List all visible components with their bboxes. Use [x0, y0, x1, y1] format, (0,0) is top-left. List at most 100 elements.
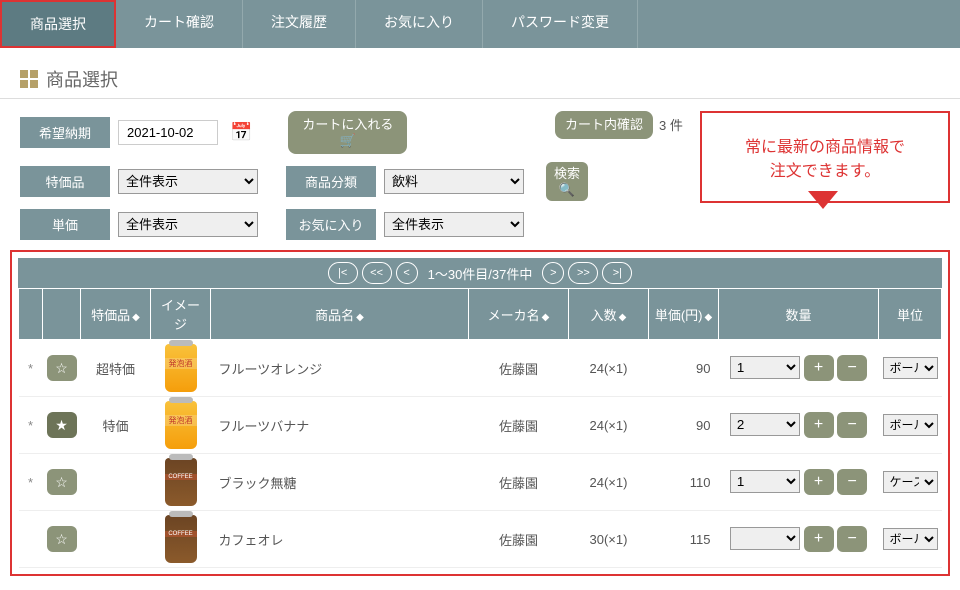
- qty-select[interactable]: [730, 527, 800, 550]
- add-to-cart-button[interactable]: カートに入れる 🛒: [288, 111, 407, 154]
- row-irisu: 24(×1): [569, 454, 649, 511]
- pager-prev[interactable]: <: [396, 262, 418, 284]
- table-row: * ☆ 超特価 フルーツオレンジ 佐藤園 24(×1) 90 1 + − ボール: [19, 340, 942, 397]
- col-mark: [19, 289, 43, 340]
- label-date: 希望納期: [20, 117, 110, 148]
- row-irisu: 24(×1): [569, 397, 649, 454]
- qty-plus-button[interactable]: +: [804, 526, 834, 552]
- qty-minus-button[interactable]: −: [837, 469, 867, 495]
- select-tanka[interactable]: 全件表示: [118, 212, 258, 237]
- grid-icon: [20, 70, 38, 88]
- qty-minus-button[interactable]: −: [837, 412, 867, 438]
- qty-select[interactable]: 1: [730, 470, 800, 493]
- table-row: * ☆ ブラック無糖 佐藤園 24(×1) 110 1 + − ケース: [19, 454, 942, 511]
- col-unit: 単位: [879, 289, 942, 340]
- info-callout: 常に最新の商品情報で 注文できます。: [700, 111, 950, 203]
- add-to-cart-label: カートに入れる: [302, 117, 393, 133]
- pager-text: 1～30件目/37件中: [428, 264, 533, 283]
- pager-first[interactable]: |<: [328, 262, 358, 284]
- unit-select[interactable]: ボール: [883, 414, 938, 436]
- col-qty: 数量: [719, 289, 879, 340]
- label-fav: お気に入り: [286, 209, 376, 240]
- row-maker: 佐藤園: [469, 454, 569, 511]
- qty-minus-button[interactable]: −: [837, 526, 867, 552]
- row-mark: *: [19, 454, 43, 511]
- favorite-toggle[interactable]: ☆: [47, 355, 77, 381]
- select-bunrui[interactable]: 飲料: [384, 169, 524, 194]
- col-image: イメージ: [151, 289, 211, 340]
- row-irisu: 30(×1): [569, 511, 649, 568]
- row-name: ブラック無糖: [211, 454, 469, 511]
- tab-favorites[interactable]: お気に入り: [356, 0, 483, 48]
- select-fav[interactable]: 全件表示: [384, 212, 524, 237]
- cart-count: 3 件: [659, 115, 683, 134]
- pager-prev-page[interactable]: <<: [362, 262, 392, 284]
- page-title-row: 商品選択: [0, 48, 960, 99]
- date-input[interactable]: [118, 120, 218, 145]
- qty-select[interactable]: 1: [730, 356, 800, 379]
- product-image: [165, 344, 197, 392]
- pager-last[interactable]: >|: [602, 262, 632, 284]
- unit-select[interactable]: ボール: [883, 357, 938, 379]
- tab-product-select[interactable]: 商品選択: [0, 0, 116, 48]
- col-tokka[interactable]: 特価品◆: [81, 289, 151, 340]
- product-table: 特価品◆ イメージ 商品名◆ メーカ名◆ 入数◆ 単価(円)◆ 数量 単位 * …: [18, 288, 942, 568]
- tab-password[interactable]: パスワード変更: [483, 0, 638, 48]
- row-tokka: [81, 454, 151, 511]
- unit-select[interactable]: ケース: [883, 471, 938, 493]
- search-label: 検索: [554, 166, 580, 182]
- label-bunrui: 商品分類: [286, 166, 376, 197]
- pager: |< << < 1～30件目/37件中 > >> >|: [18, 258, 942, 288]
- row-price: 115: [649, 511, 719, 568]
- row-name: フルーツバナナ: [211, 397, 469, 454]
- select-tokka[interactable]: 全件表示: [118, 169, 258, 194]
- row-maker: 佐藤園: [469, 397, 569, 454]
- row-tokka: [81, 511, 151, 568]
- row-name: フルーツオレンジ: [211, 340, 469, 397]
- tab-order-history[interactable]: 注文履歴: [243, 0, 356, 48]
- product-image: [165, 458, 197, 506]
- table-row: ☆ カフェオレ 佐藤園 30(×1) 115 + − ボール: [19, 511, 942, 568]
- favorite-toggle[interactable]: ☆: [47, 526, 77, 552]
- cart-icon: 🛒: [340, 133, 356, 149]
- cart-check-button[interactable]: カート内確認: [555, 111, 653, 139]
- row-price: 90: [649, 340, 719, 397]
- row-price: 90: [649, 397, 719, 454]
- calendar-icon[interactable]: 📅: [230, 122, 252, 143]
- favorite-toggle[interactable]: ★: [47, 412, 77, 438]
- qty-select[interactable]: 2: [730, 413, 800, 436]
- col-name[interactable]: 商品名◆: [211, 289, 469, 340]
- qty-plus-button[interactable]: +: [804, 355, 834, 381]
- pager-next[interactable]: >: [542, 262, 564, 284]
- qty-minus-button[interactable]: −: [837, 355, 867, 381]
- row-irisu: 24(×1): [569, 340, 649, 397]
- row-mark: [19, 511, 43, 568]
- qty-plus-button[interactable]: +: [804, 412, 834, 438]
- row-maker: 佐藤園: [469, 340, 569, 397]
- pager-next-page[interactable]: >>: [568, 262, 598, 284]
- qty-plus-button[interactable]: +: [804, 469, 834, 495]
- row-tokka: 超特価: [81, 340, 151, 397]
- unit-select[interactable]: ボール: [883, 528, 938, 550]
- product-image: [165, 515, 197, 563]
- nav-tabs: 商品選択 カート確認 注文履歴 お気に入り パスワード変更: [0, 0, 960, 48]
- table-row: * ★ 特価 フルーツバナナ 佐藤園 24(×1) 90 2 + − ボール: [19, 397, 942, 454]
- filters: 希望納期 📅 カートに入れる 🛒 特価品 全件表示 商品分類 飲料 検索 🔍 単…: [0, 111, 960, 240]
- tab-cart-confirm[interactable]: カート確認: [116, 0, 243, 48]
- row-maker: 佐藤園: [469, 511, 569, 568]
- search-button[interactable]: 検索 🔍: [546, 162, 588, 201]
- favorite-toggle[interactable]: ☆: [47, 469, 77, 495]
- magnify-icon: 🔍: [559, 182, 575, 198]
- row-tokka: 特価: [81, 397, 151, 454]
- col-tanka[interactable]: 単価(円)◆: [649, 289, 719, 340]
- col-fav: [43, 289, 81, 340]
- arrow-down-icon: [808, 191, 838, 209]
- row-name: カフェオレ: [211, 511, 469, 568]
- label-tokka: 特価品: [20, 166, 110, 197]
- row-mark: *: [19, 340, 43, 397]
- col-irisu[interactable]: 入数◆: [569, 289, 649, 340]
- col-maker[interactable]: メーカ名◆: [469, 289, 569, 340]
- product-image: [165, 401, 197, 449]
- row-price: 110: [649, 454, 719, 511]
- label-tanka: 単価: [20, 209, 110, 240]
